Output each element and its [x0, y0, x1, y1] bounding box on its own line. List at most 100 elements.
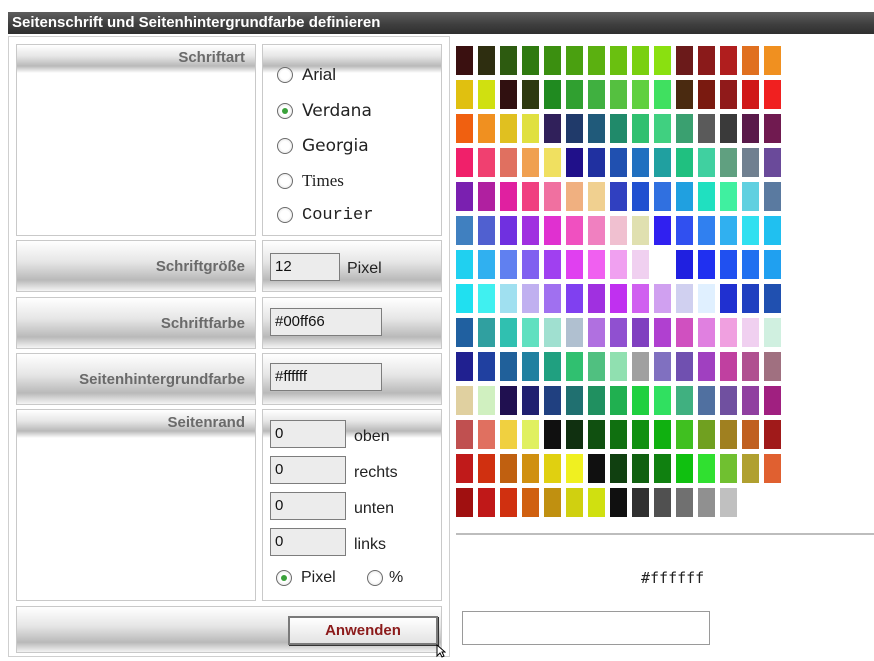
- font-option-courier[interactable]: Courier: [277, 203, 373, 227]
- palette-swatch[interactable]: [610, 148, 627, 177]
- palette-swatch[interactable]: [478, 420, 495, 449]
- palette-swatch[interactable]: [544, 182, 561, 211]
- palette-swatch[interactable]: [566, 420, 583, 449]
- palette-swatch[interactable]: [676, 386, 693, 415]
- palette-swatch[interactable]: [478, 148, 495, 177]
- palette-swatch[interactable]: [610, 284, 627, 313]
- palette-swatch[interactable]: [632, 318, 649, 347]
- palette-swatch[interactable]: [654, 216, 671, 245]
- palette-swatch[interactable]: [610, 46, 627, 75]
- palette-swatch[interactable]: [500, 420, 517, 449]
- palette-swatch[interactable]: [500, 80, 517, 109]
- palette-swatch[interactable]: [522, 318, 539, 347]
- palette-swatch[interactable]: [742, 250, 759, 279]
- palette-swatch[interactable]: [676, 216, 693, 245]
- palette-swatch[interactable]: [500, 284, 517, 313]
- font-color-input[interactable]: #00ff66: [270, 308, 382, 336]
- palette-swatch[interactable]: [654, 420, 671, 449]
- palette-swatch[interactable]: [544, 216, 561, 245]
- palette-swatch[interactable]: [742, 318, 759, 347]
- palette-swatch[interactable]: [588, 114, 605, 143]
- palette-swatch[interactable]: [720, 216, 737, 245]
- font-option-georgia[interactable]: Georgia: [277, 134, 369, 158]
- palette-swatch[interactable]: [764, 46, 781, 75]
- palette-swatch[interactable]: [478, 488, 495, 517]
- palette-swatch[interactable]: [566, 148, 583, 177]
- palette-swatch[interactable]: [698, 318, 715, 347]
- palette-swatch[interactable]: [720, 114, 737, 143]
- palette-swatch[interactable]: [654, 454, 671, 483]
- palette-swatch[interactable]: [456, 488, 473, 517]
- radio-times-icon[interactable]: [277, 173, 293, 189]
- palette-swatch[interactable]: [588, 80, 605, 109]
- palette-swatch[interactable]: [478, 216, 495, 245]
- palette-swatch[interactable]: [566, 46, 583, 75]
- radio-verdana-icon[interactable]: [277, 103, 293, 119]
- palette-swatch[interactable]: [566, 454, 583, 483]
- palette-swatch[interactable]: [654, 488, 671, 517]
- palette-swatch[interactable]: [742, 352, 759, 381]
- palette-swatch[interactable]: [500, 114, 517, 143]
- palette-swatch[interactable]: [654, 80, 671, 109]
- palette-swatch[interactable]: [588, 46, 605, 75]
- palette-swatch[interactable]: [610, 182, 627, 211]
- palette-swatch[interactable]: [500, 454, 517, 483]
- palette-swatch[interactable]: [720, 420, 737, 449]
- palette-swatch[interactable]: [632, 386, 649, 415]
- palette-swatch[interactable]: [544, 46, 561, 75]
- palette-swatch[interactable]: [566, 352, 583, 381]
- palette-swatch[interactable]: [478, 114, 495, 143]
- palette-swatch[interactable]: [456, 352, 473, 381]
- palette-swatch[interactable]: [676, 46, 693, 75]
- palette-swatch[interactable]: [764, 114, 781, 143]
- palette-swatch[interactable]: [698, 216, 715, 245]
- palette-swatch[interactable]: [544, 318, 561, 347]
- palette-swatch[interactable]: [588, 182, 605, 211]
- palette-swatch[interactable]: [676, 182, 693, 211]
- palette-swatch[interactable]: [764, 182, 781, 211]
- palette-swatch[interactable]: [500, 488, 517, 517]
- palette-swatch[interactable]: [522, 488, 539, 517]
- palette-swatch[interactable]: [632, 216, 649, 245]
- palette-swatch[interactable]: [764, 284, 781, 313]
- radio-percent-icon[interactable]: [367, 570, 383, 586]
- palette-swatch[interactable]: [522, 216, 539, 245]
- palette-swatch[interactable]: [742, 80, 759, 109]
- palette-swatch[interactable]: [522, 46, 539, 75]
- palette-swatch[interactable]: [720, 386, 737, 415]
- palette-swatch[interactable]: [588, 148, 605, 177]
- palette-swatch[interactable]: [698, 250, 715, 279]
- palette-swatch[interactable]: [632, 454, 649, 483]
- palette-swatch[interactable]: [544, 488, 561, 517]
- margin-left-input[interactable]: 0: [270, 528, 346, 556]
- palette-swatch[interactable]: [522, 352, 539, 381]
- palette-swatch[interactable]: [456, 284, 473, 313]
- palette-swatch[interactable]: [742, 284, 759, 313]
- palette-swatch[interactable]: [456, 420, 473, 449]
- margin-bottom-input[interactable]: 0: [270, 492, 346, 520]
- palette-swatch[interactable]: [654, 114, 671, 143]
- palette-swatch[interactable]: [720, 488, 737, 517]
- palette-swatch[interactable]: [676, 352, 693, 381]
- palette-swatch[interactable]: [720, 80, 737, 109]
- palette-swatch[interactable]: [588, 488, 605, 517]
- palette-swatch[interactable]: [456, 386, 473, 415]
- palette-swatch[interactable]: [588, 352, 605, 381]
- apply-button[interactable]: Anwenden: [288, 616, 438, 645]
- palette-swatch[interactable]: [742, 114, 759, 143]
- palette-swatch[interactable]: [544, 454, 561, 483]
- palette-swatch[interactable]: [764, 386, 781, 415]
- palette-swatch[interactable]: [522, 386, 539, 415]
- radio-pixel-icon[interactable]: [276, 570, 292, 586]
- palette-swatch[interactable]: [566, 80, 583, 109]
- palette-swatch[interactable]: [610, 386, 627, 415]
- radio-courier-icon[interactable]: [277, 207, 293, 223]
- palette-swatch[interactable]: [522, 284, 539, 313]
- palette-swatch[interactable]: [610, 488, 627, 517]
- palette-swatch[interactable]: [720, 454, 737, 483]
- palette-swatch[interactable]: [456, 148, 473, 177]
- palette-swatch[interactable]: [456, 216, 473, 245]
- palette-swatch[interactable]: [676, 284, 693, 313]
- palette-swatch[interactable]: [610, 352, 627, 381]
- palette-swatch[interactable]: [610, 80, 627, 109]
